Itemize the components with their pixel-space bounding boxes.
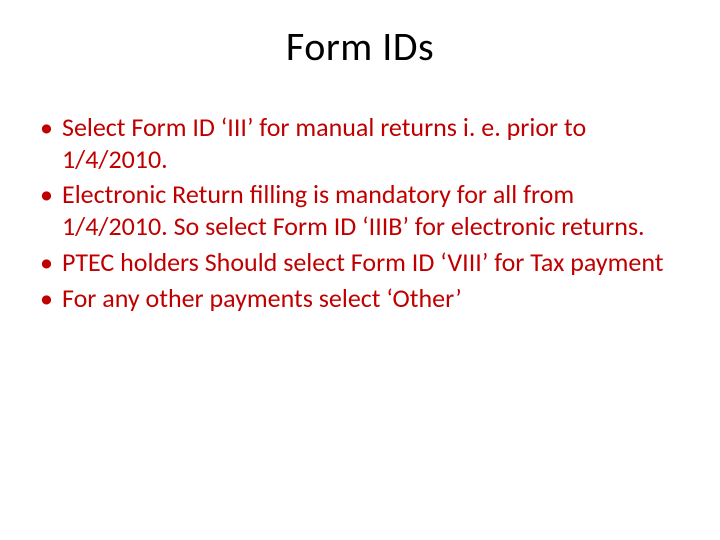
list-item: Select Form ID ‘III’ for manual returns … <box>36 112 684 175</box>
list-item: Electronic Return filling is mandatory f… <box>36 179 684 242</box>
slide-body: Select Form ID ‘III’ for manual returns … <box>36 112 684 318</box>
slide-title: Form IDs <box>0 22 720 71</box>
slide: Form IDs Select Form ID ‘III’ for manual… <box>0 0 720 540</box>
list-item: For any other payments select ‘Other’ <box>36 283 684 315</box>
bullet-list: Select Form ID ‘III’ for manual returns … <box>36 112 684 314</box>
list-item: PTEC holders Should select Form ID ‘VIII… <box>36 247 684 279</box>
